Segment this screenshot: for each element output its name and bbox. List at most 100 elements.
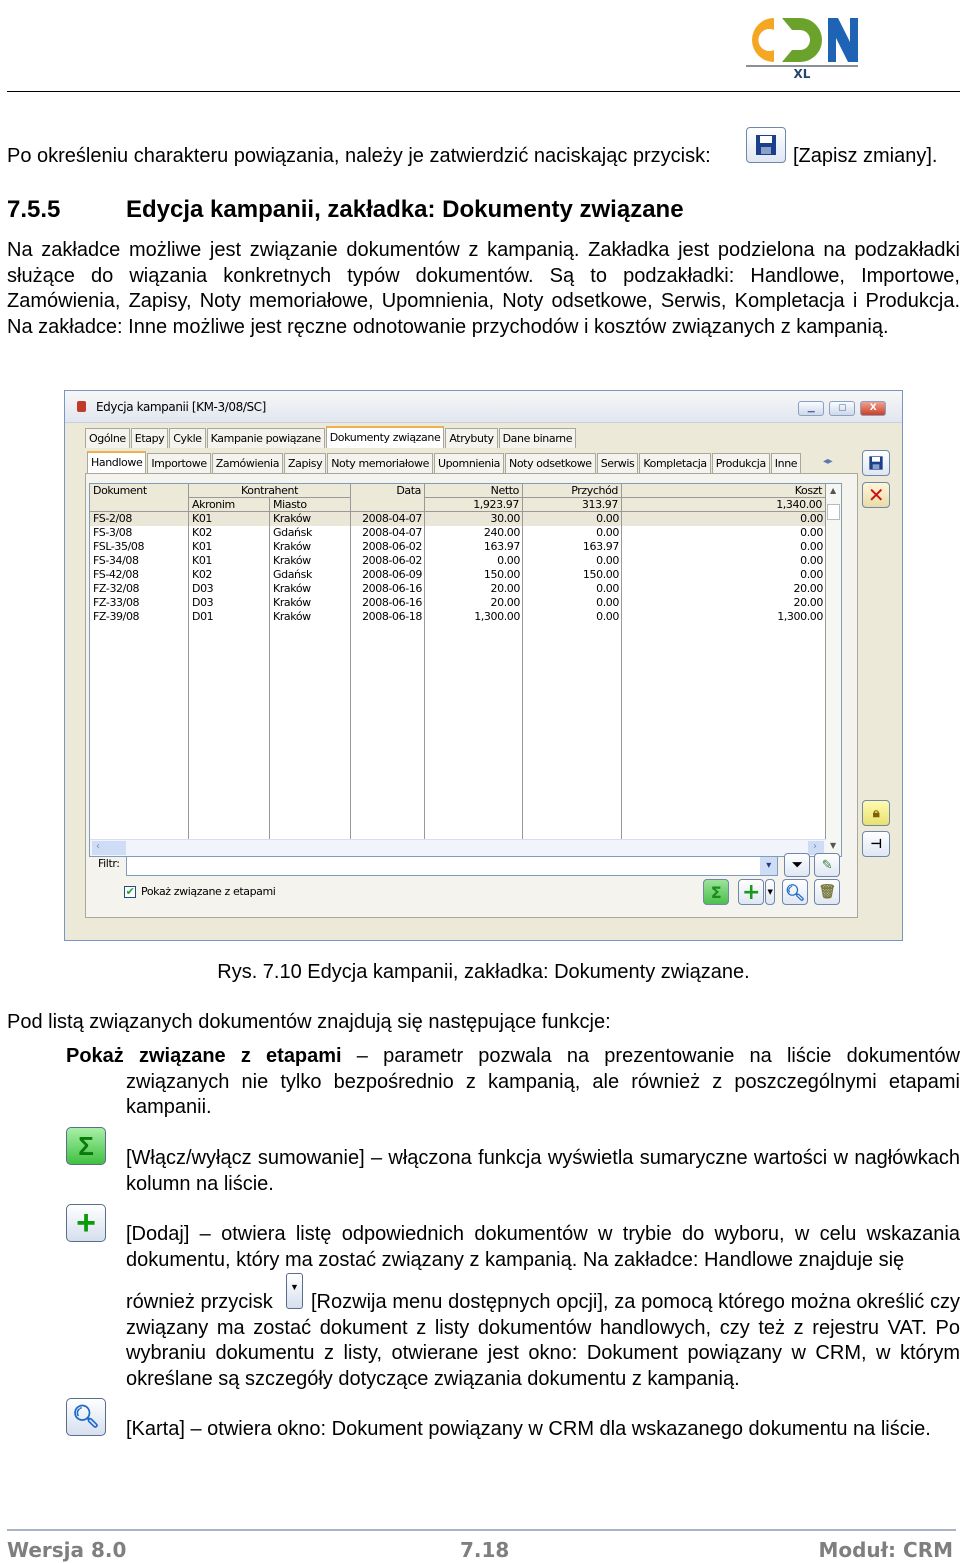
cell-dokument[interactable]: FS-34/08 — [90, 554, 189, 568]
cell-data[interactable]: 2008-06-16 — [351, 596, 425, 610]
filter-input[interactable]: ▾ — [126, 856, 778, 876]
scroll-up-arrow[interactable]: ▲ — [830, 486, 836, 495]
subtab-inne[interactable]: Inne — [770, 453, 802, 473]
cell-data[interactable]: 2008-06-16 — [351, 582, 425, 596]
cell-miasto[interactable]: Kraków — [270, 554, 351, 568]
filter-dropdown-chevron-icon[interactable]: ▾ — [760, 857, 777, 875]
card-magnifier-button[interactable]: 🔍︎ — [782, 879, 808, 905]
cancel-button[interactable]: ✕ — [862, 482, 890, 508]
cell-dokument[interactable]: FS-42/08 — [90, 568, 189, 582]
cell-koszt[interactable]: 20.00 — [622, 582, 826, 596]
header-przychod[interactable]: Przychód — [523, 484, 622, 498]
cell-data[interactable]: 2008-06-02 — [351, 554, 425, 568]
header-netto[interactable]: Netto — [425, 484, 523, 498]
subtab-upomnienia[interactable]: Upomnienia — [433, 453, 504, 473]
cell-przychod[interactable]: 163.97 — [523, 540, 622, 554]
tab-dokumenty-związane[interactable]: Dokumenty związane — [325, 426, 445, 448]
cell-akronim[interactable]: K02 — [189, 526, 270, 540]
cell-koszt[interactable]: 0.00 — [622, 512, 826, 526]
cell-przychod[interactable]: 0.00 — [523, 582, 622, 596]
tab-atrybuty[interactable]: Atrybuty — [445, 428, 498, 448]
tab-ogólne[interactable]: Ogólne — [85, 428, 130, 448]
close-button[interactable]: X — [860, 401, 886, 416]
header-dokument[interactable]: Dokument — [90, 484, 189, 512]
cell-akronim[interactable]: K01 — [189, 512, 270, 526]
cell-koszt[interactable]: 1,300.00 — [622, 610, 826, 624]
cell-data[interactable]: 2008-04-07 — [351, 526, 425, 540]
cell-koszt[interactable]: 0.00 — [622, 568, 826, 582]
pin-button[interactable]: ⊣ — [862, 831, 890, 857]
cell-koszt[interactable]: 0.00 — [622, 526, 826, 540]
cell-miasto[interactable]: Kraków — [270, 512, 351, 526]
header-data[interactable]: Data — [351, 484, 425, 512]
cell-data[interactable]: 2008-06-18 — [351, 610, 425, 624]
cell-dokument[interactable]: FZ-33/08 — [90, 596, 189, 610]
subtab-importowe[interactable]: Importowe — [147, 453, 211, 473]
cell-akronim[interactable]: D01 — [189, 610, 270, 624]
cell-miasto[interactable]: Kraków — [270, 582, 351, 596]
filter-funnel-button[interactable]: ⏷ — [784, 853, 810, 877]
tab-cykle[interactable]: Cykle — [169, 428, 206, 448]
cell-dokument[interactable]: FZ-39/08 — [90, 610, 189, 624]
cell-koszt[interactable]: 0.00 — [622, 540, 826, 554]
horizontal-scrollbar[interactable]: ‹ › — [90, 839, 826, 856]
filter-constructor-button[interactable]: ✎ — [814, 853, 840, 877]
cell-data[interactable]: 2008-06-09 — [351, 568, 425, 582]
cell-netto[interactable]: 1,300.00 — [425, 610, 523, 624]
subtab-noty-odsetkowe[interactable]: Noty odsetkowe — [505, 453, 596, 473]
cell-przychod[interactable]: 0.00 — [523, 526, 622, 540]
minimize-button[interactable]: ▁ — [798, 401, 824, 416]
maximize-button[interactable]: ▢ — [829, 401, 855, 416]
cell-koszt[interactable]: 20.00 — [622, 596, 826, 610]
cell-przychod[interactable]: 0.00 — [523, 554, 622, 568]
lock-button[interactable]: 🔒︎ — [862, 800, 890, 826]
add-dropdown-button[interactable]: ▼ — [765, 879, 775, 905]
cell-miasto[interactable]: Kraków — [270, 540, 351, 554]
header-akronim[interactable]: Akronim — [189, 498, 270, 512]
tab-etapy[interactable]: Etapy — [130, 428, 169, 448]
tab-dane-binarne[interactable]: Dane binarne — [498, 428, 577, 448]
cell-przychod[interactable]: 0.00 — [523, 512, 622, 526]
cell-miasto[interactable]: Gdańsk — [270, 568, 351, 582]
cell-netto[interactable]: 0.00 — [425, 554, 523, 568]
cell-przychod[interactable]: 150.00 — [523, 568, 622, 582]
cell-akronim[interactable]: K01 — [189, 540, 270, 554]
cell-netto[interactable]: 20.00 — [425, 596, 523, 610]
delete-trash-button[interactable]: 🗑︎ — [814, 879, 840, 905]
cell-data[interactable]: 2008-04-07 — [351, 512, 425, 526]
cell-przychod[interactable]: 0.00 — [523, 596, 622, 610]
cell-data[interactable]: 2008-06-02 — [351, 540, 425, 554]
tab-kampanie-powiązane[interactable]: Kampanie powiązane — [206, 428, 325, 448]
sigma-button[interactable]: Σ — [703, 879, 729, 905]
cell-miasto[interactable]: Gdańsk — [270, 526, 351, 540]
subtab-noty-memoriałowe[interactable]: Noty memoriałowe — [327, 453, 433, 473]
subtab-zamówienia[interactable]: Zamówienia — [211, 453, 284, 473]
cell-netto[interactable]: 163.97 — [425, 540, 523, 554]
cell-netto[interactable]: 20.00 — [425, 582, 523, 596]
show-stage-linked-checkbox[interactable]: ✔ — [124, 886, 136, 898]
subtab-produkcja[interactable]: Produkcja — [711, 453, 770, 473]
cell-koszt[interactable]: 0.00 — [622, 554, 826, 568]
tab-scroll-arrows[interactable]: ◂▸ — [823, 456, 833, 467]
save-button[interactable] — [862, 450, 890, 476]
cell-dokument[interactable]: FS-2/08 — [90, 512, 189, 526]
cell-akronim[interactable]: D03 — [189, 596, 270, 610]
cell-miasto[interactable]: Kraków — [270, 596, 351, 610]
cell-akronim[interactable]: K02 — [189, 568, 270, 582]
scroll-down-arrow[interactable]: ▼ — [830, 841, 836, 850]
header-koszt[interactable]: Koszt — [622, 484, 826, 498]
subtab-zapisy[interactable]: Zapisy — [284, 453, 327, 473]
cell-netto[interactable]: 30.00 — [425, 512, 523, 526]
cell-akronim[interactable]: D03 — [189, 582, 270, 596]
header-miasto[interactable]: Miasto — [270, 498, 351, 512]
subtab-serwis[interactable]: Serwis — [596, 453, 639, 473]
add-button[interactable]: + — [738, 879, 764, 905]
vertical-scrollbar[interactable]: ▲ ▼ — [826, 484, 841, 856]
scroll-left-arrow[interactable]: ‹ — [92, 841, 126, 855]
scroll-thumb[interactable] — [827, 504, 840, 520]
cell-netto[interactable]: 150.00 — [425, 568, 523, 582]
cell-netto[interactable]: 240.00 — [425, 526, 523, 540]
cell-akronim[interactable]: K01 — [189, 554, 270, 568]
cell-przychod[interactable]: 0.00 — [523, 610, 622, 624]
cell-dokument[interactable]: FSL-35/08 — [90, 540, 189, 554]
